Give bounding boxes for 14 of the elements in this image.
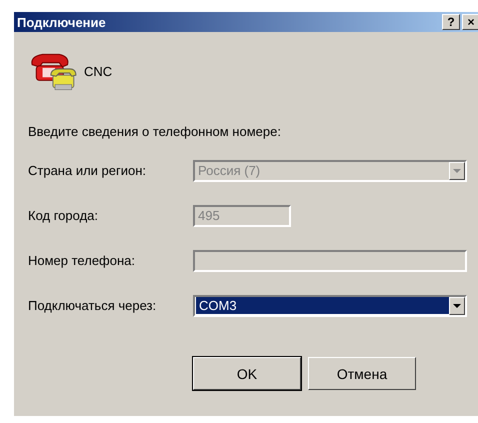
connection-name: CNC: [84, 64, 112, 78]
field-label: Подключаться через:: [28, 298, 158, 313]
window-title: Подключение: [17, 14, 106, 30]
dropdown-arrow-icon: [453, 304, 461, 308]
cancel-button[interactable]: Отмена: [308, 357, 416, 390]
field-label: Страна или регион:: [28, 163, 148, 178]
dropdown-field[interactable]: COM3: [193, 294, 467, 316]
help-button[interactable]: ?: [442, 14, 460, 30]
field-label: Код города:: [28, 208, 100, 223]
ok-button[interactable]: OK: [193, 357, 301, 390]
field-label: Номер телефона:: [28, 253, 136, 268]
close-button[interactable]: ×: [462, 14, 478, 30]
prompt-text: Введите сведения о телефонном номере:: [28, 124, 282, 139]
dropdown-arrow-icon: [453, 168, 461, 172]
